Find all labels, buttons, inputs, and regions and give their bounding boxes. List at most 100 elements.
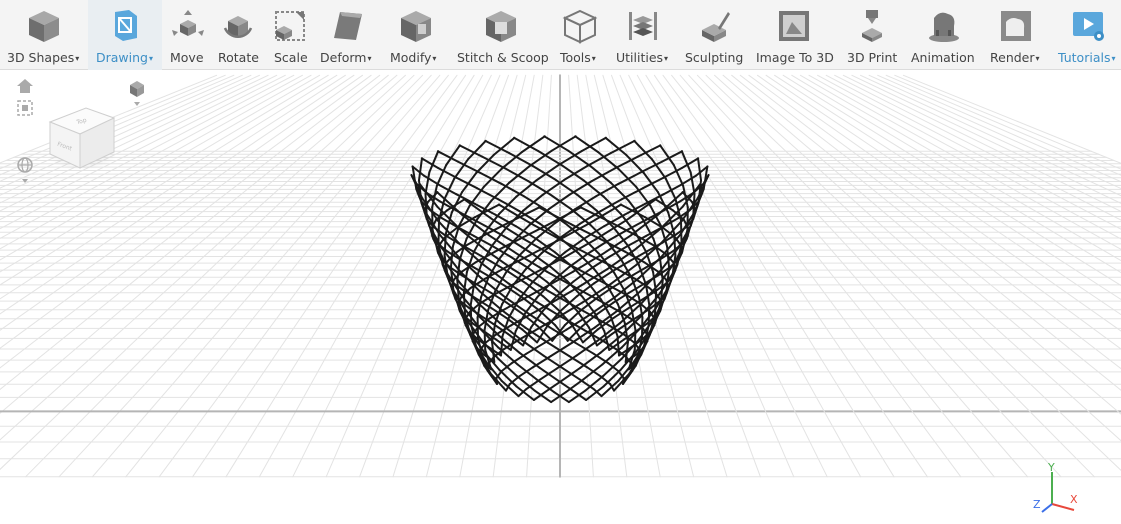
chevron-down-icon: ▾ [664, 54, 669, 63]
chevron-down-icon: ▾ [367, 54, 372, 63]
tools-icon [562, 9, 598, 44]
axis-gizmo: Y X Z [1030, 461, 1090, 516]
grid-line [611, 74, 761, 478]
grid-line [671, 74, 995, 478]
lattice-strut [422, 174, 440, 186]
lattice-strut [527, 180, 552, 196]
lattice-strut [567, 389, 587, 404]
chevron-down-icon: ▾ [75, 54, 80, 63]
tool-scale[interactable]: Scale [268, 0, 312, 70]
tutorials-icon [1072, 12, 1104, 41]
grid-line [125, 74, 449, 478]
drawing-icon [115, 10, 137, 41]
grid-line [492, 74, 544, 478]
tool-deform[interactable]: Deform▾ [318, 0, 378, 70]
lattice-strut [615, 348, 628, 358]
move-icon [171, 10, 204, 36]
tool-move-label: Move [170, 50, 204, 65]
lattice-strut [533, 389, 553, 404]
tool-modify[interactable]: Modify▾ [386, 0, 446, 70]
lattice-strut [680, 174, 698, 186]
orbit-icon[interactable] [16, 156, 34, 186]
grid-line [722, 74, 1121, 415]
tool-3d-print[interactable]: 3D Print [843, 0, 901, 70]
grid-line [91, 74, 441, 478]
tool-render[interactable]: Render▾ [986, 0, 1046, 70]
grid-line [0, 74, 295, 230]
lattice-strut [654, 291, 658, 315]
tool-tools-label: Tools [560, 50, 591, 65]
grid-line [868, 74, 1121, 190]
grid-line [782, 74, 1121, 287]
tool-stitch-scoop-label: Stitch & Scoop [457, 50, 549, 65]
tool-animation[interactable]: Animation [907, 0, 981, 70]
grid-line [0, 74, 260, 196]
grid-line [325, 74, 501, 478]
tool-tools[interactable]: Tools▾ [556, 0, 604, 70]
tool-drawing-label: Drawing [96, 50, 148, 65]
3d-print-icon [862, 10, 882, 42]
home-icon[interactable] [17, 79, 33, 93]
lattice-strut [535, 378, 556, 394]
tool-sculpting-label: Sculpting [685, 50, 744, 65]
modify-icon [401, 11, 431, 42]
scene-canvas[interactable] [0, 71, 1121, 524]
lattice-strut [582, 179, 605, 198]
tool-move[interactable]: Move [165, 0, 210, 70]
grid-line [619, 74, 795, 478]
tool-3d-print-label: 3D Print [847, 50, 898, 65]
lattice-strut [692, 192, 696, 218]
grid-line [653, 74, 928, 478]
tool-utilities-label: Utilities [616, 50, 664, 65]
tool-image-to-3d[interactable]: Image To 3D [752, 0, 836, 70]
tool-3d-shapes[interactable]: 3D Shapes▾ [0, 0, 88, 70]
grid-line [0, 74, 243, 182]
utilities-icon [629, 12, 657, 40]
tool-animation-label: Animation [911, 50, 975, 65]
tool-rotate-label: Rotate [218, 50, 259, 65]
grid-line [0, 74, 278, 212]
animation-icon [929, 12, 959, 42]
tool-render-label: Render [990, 50, 1035, 65]
tool-deform-label: Deform [320, 50, 367, 65]
chevron-down-icon: ▾ [1035, 54, 1040, 63]
stitch-scoop-icon [486, 11, 516, 42]
lattice-strut [592, 352, 610, 365]
lattice-strut [515, 179, 538, 198]
grid-line [593, 74, 695, 478]
grid-line [679, 74, 1029, 478]
lattice-strut [647, 304, 651, 327]
tool-modify-label: Modify [390, 50, 432, 65]
rotate-icon [223, 16, 253, 38]
tool-3d-shapes-label: 3D Shapes [7, 50, 75, 65]
axis-x-label: X [1070, 493, 1078, 506]
tool-image-to-3d-label: Image To 3D [756, 50, 834, 65]
grid-line [0, 74, 252, 189]
render-icon [1001, 11, 1031, 41]
grid-line [791, 74, 1121, 274]
tool-stitch-scoop[interactable]: Stitch & Scoop [453, 0, 549, 70]
lattice-strut [680, 219, 683, 244]
chevron-down-icon: ▾ [432, 54, 437, 63]
tool-tutorials[interactable]: Tutorials▾ [1054, 0, 1121, 70]
view-cube[interactable]: Top Front [46, 96, 118, 176]
tool-rotate[interactable]: Rotate [214, 0, 262, 70]
lattice-strut [480, 339, 500, 360]
main-toolbar: 3D Shapes▾ Drawing▾ Move Rotate Scale De… [0, 0, 1121, 70]
scale-icon [275, 11, 305, 41]
view-mode-icon[interactable] [128, 79, 146, 109]
3d-viewport[interactable] [0, 71, 1121, 524]
tool-sculpting[interactable]: Sculpting [681, 0, 746, 70]
grid-line [731, 74, 1121, 391]
grid-line [902, 74, 1121, 164]
grid-line [817, 74, 1121, 240]
image-to-3d-icon [779, 11, 809, 41]
grid-line [359, 74, 509, 478]
grid-line [192, 74, 467, 478]
fit-view-icon[interactable] [17, 100, 33, 116]
tool-utilities[interactable]: Utilities▾ [612, 0, 674, 70]
tool-drawing[interactable]: Drawing▾ [88, 0, 162, 70]
lattice-strut [568, 355, 588, 369]
grid-line [765, 74, 1121, 316]
sculpting-icon [701, 12, 730, 42]
